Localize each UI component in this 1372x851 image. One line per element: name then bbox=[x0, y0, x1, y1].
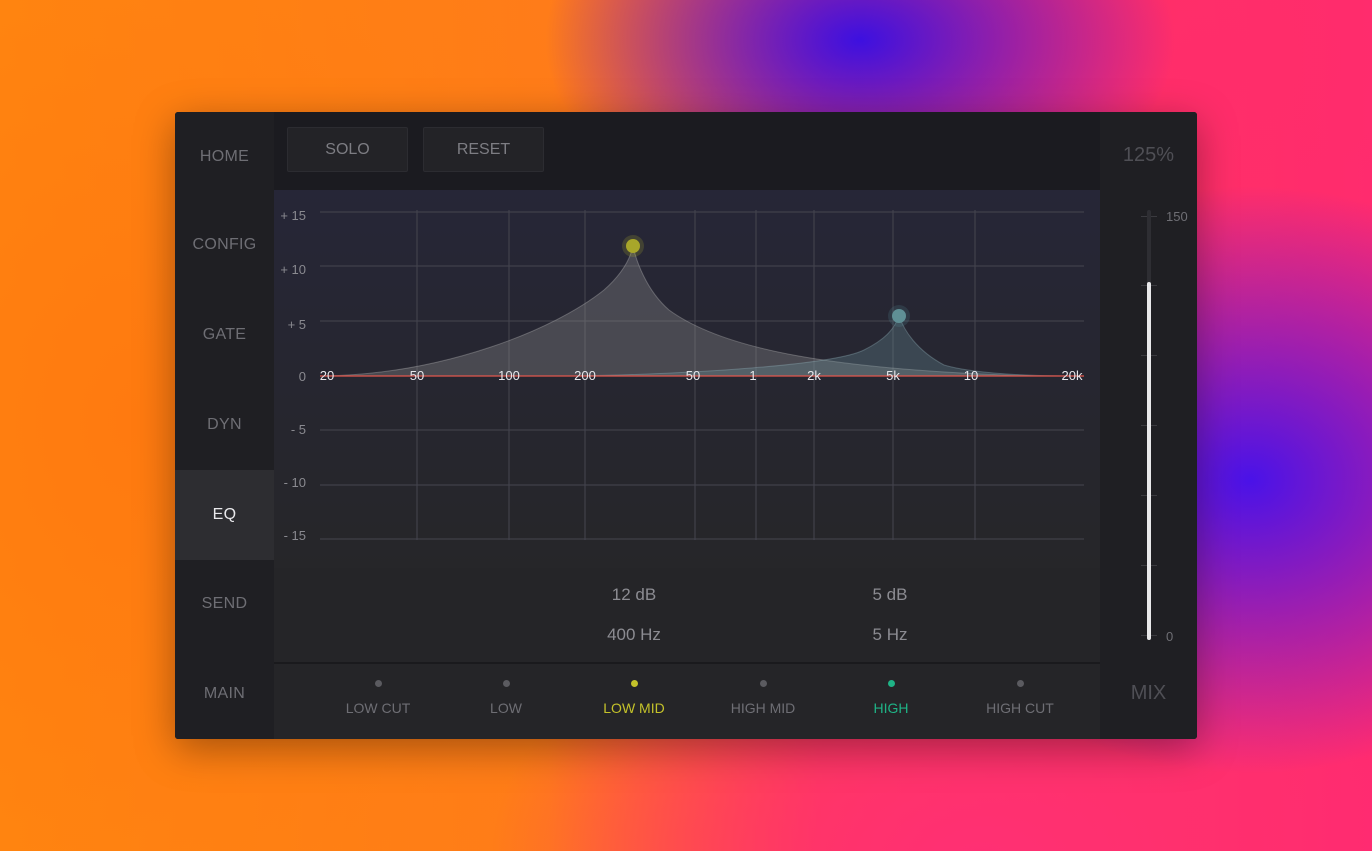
band-high-mid[interactable]: HIGH MID bbox=[703, 664, 823, 739]
nav-item-label: CONFIG bbox=[192, 236, 257, 253]
x-axis-label: 2k bbox=[807, 368, 821, 383]
high-freq-value: 5 Hz bbox=[872, 625, 908, 644]
band-label: LOW CUT bbox=[345, 700, 411, 716]
nav-item-config[interactable]: CONFIG bbox=[175, 200, 274, 290]
band-indicator-dot bbox=[503, 680, 510, 687]
nav-item-gate[interactable]: GATE bbox=[175, 290, 274, 380]
mix-fader[interactable] bbox=[1147, 210, 1151, 640]
low-mid-freq-value: 400 Hz bbox=[607, 625, 661, 644]
x-axis-label: 200 bbox=[574, 368, 596, 383]
y-axis-label: + 5 bbox=[288, 317, 306, 332]
low-mid-handle[interactable] bbox=[626, 239, 640, 253]
band-high[interactable]: HIGH bbox=[831, 664, 951, 739]
mix-label: MIX bbox=[1130, 682, 1167, 704]
band-indicator-dot bbox=[631, 680, 638, 687]
band-indicator-dot bbox=[1017, 680, 1024, 687]
x-axis-label: 10 bbox=[964, 368, 978, 383]
nav-item-main[interactable]: MAIN bbox=[175, 649, 274, 739]
toolbar: SOLO RESET bbox=[274, 112, 1179, 190]
band-readout: 12 dB 400 Hz 5 dB 5 Hz bbox=[274, 568, 1100, 662]
x-axis-label: 5k bbox=[886, 368, 900, 383]
eq-graph[interactable]: + 15 + 10 + 5 0 - 5 - 10 - 15 20 50 100 … bbox=[274, 190, 1100, 568]
nav-item-label: GATE bbox=[202, 326, 247, 343]
high-handle[interactable] bbox=[892, 309, 906, 323]
mix-scale-max: 150 bbox=[1166, 209, 1188, 224]
mix-fader-fill bbox=[1147, 281, 1151, 640]
nav-item-label: EQ bbox=[212, 506, 237, 523]
nav-item-home[interactable]: HOME bbox=[175, 112, 274, 202]
band-low-mid[interactable]: LOW MID bbox=[574, 664, 694, 739]
band-label: HIGH CUT bbox=[986, 700, 1054, 716]
band-indicator-dot bbox=[888, 680, 895, 687]
y-axis-label: + 15 bbox=[280, 208, 306, 223]
band-label: LOW MID bbox=[603, 700, 665, 716]
solo-button[interactable]: SOLO bbox=[287, 127, 408, 172]
nav-item-label: SEND bbox=[201, 595, 248, 612]
y-axis-label: - 5 bbox=[291, 422, 306, 437]
band-indicator-dot bbox=[375, 680, 382, 687]
high-gain-value: 5 dB bbox=[872, 585, 908, 604]
nav-item-label: MAIN bbox=[203, 685, 246, 702]
mix-percent: 125% bbox=[1122, 144, 1175, 166]
low-mid-gain-value: 12 dB bbox=[611, 585, 657, 604]
nav-item-label: DYN bbox=[207, 416, 242, 433]
y-axis-label: 0 bbox=[299, 369, 306, 384]
band-low-cut[interactable]: LOW CUT bbox=[318, 664, 438, 739]
x-axis-label: 20 bbox=[320, 368, 334, 383]
band-label: HIGH bbox=[873, 700, 909, 716]
band-high-cut[interactable]: HIGH CUT bbox=[960, 664, 1080, 739]
y-axis-label: + 10 bbox=[280, 262, 306, 277]
band-selector: LOW CUT LOW LOW MID HIGH MID HIGH HIGH C… bbox=[274, 662, 1100, 739]
y-axis-label: - 15 bbox=[284, 528, 306, 543]
mix-scale-min: 0 bbox=[1166, 629, 1174, 644]
nav-item-label: HOME bbox=[199, 148, 250, 165]
band-label: LOW bbox=[490, 700, 522, 716]
nav-item-send[interactable]: SEND bbox=[175, 559, 274, 649]
mix-section: 125% 150 0 MIX bbox=[1100, 112, 1197, 739]
y-axis-label: - 10 bbox=[284, 475, 306, 490]
nav-item-dyn[interactable]: DYN bbox=[175, 380, 274, 470]
x-axis-label: 50 bbox=[410, 368, 424, 383]
nav-item-eq[interactable]: EQ bbox=[175, 470, 274, 560]
eq-panel: HOME CONFIG GATE DYN EQ SEND MAIN SOLO R… bbox=[175, 112, 1197, 739]
x-axis-label: 100 bbox=[498, 368, 520, 383]
sidebar-nav: HOME CONFIG GATE DYN EQ SEND MAIN bbox=[175, 112, 274, 739]
band-label: HIGH MID bbox=[730, 700, 796, 716]
band-indicator-dot bbox=[760, 680, 767, 687]
x-axis-label: 20k bbox=[1062, 368, 1083, 383]
reset-button[interactable]: RESET bbox=[423, 127, 544, 172]
x-axis-label: 1 bbox=[749, 368, 756, 383]
band-low[interactable]: LOW bbox=[446, 664, 566, 739]
x-axis-label: 50 bbox=[686, 368, 700, 383]
